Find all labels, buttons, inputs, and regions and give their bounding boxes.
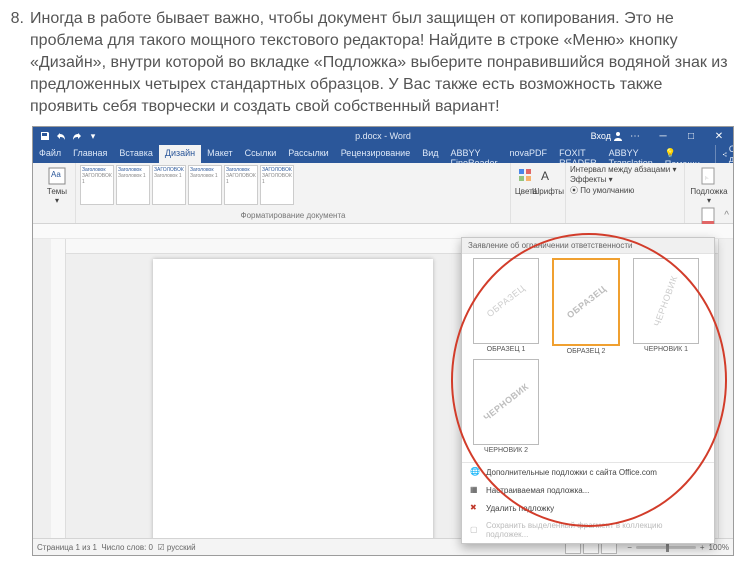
watermark-button[interactable]: A Подложка▾ xyxy=(689,165,729,205)
window-controls: ⋯ ─ □ ✕ xyxy=(621,127,733,145)
tab-review[interactable]: Рецензирование xyxy=(335,145,417,163)
fonts-icon: A xyxy=(539,167,557,185)
custom-watermark-item[interactable]: ▦Настраиваемая подложка... xyxy=(462,481,714,499)
close-button[interactable]: ✕ xyxy=(705,127,733,145)
vertical-scrollbar[interactable] xyxy=(718,239,733,539)
svg-text:A: A xyxy=(541,169,549,183)
watermark-gallery: Заявление об ограничении ответственности… xyxy=(461,237,715,544)
page-indicator[interactable]: Страница 1 из 1 xyxy=(37,543,97,552)
effects-button[interactable]: Эффекты ▾ xyxy=(570,175,680,184)
remove-watermark-item[interactable]: ✖Удалить подложку xyxy=(462,499,714,517)
tab-design[interactable]: Дизайн xyxy=(159,145,201,163)
tab-file[interactable]: Файл xyxy=(33,145,67,163)
share-button[interactable]: Общий доступ xyxy=(715,145,734,163)
collapse-ribbon-icon[interactable]: ^ xyxy=(724,210,729,221)
ribbon-tabs: Файл Главная Вставка Дизайн Макет Ссылки… xyxy=(33,145,733,163)
style-thumb[interactable]: ЗАГОЛОВОКЗаголовок 1 xyxy=(152,165,186,205)
themes-icon: Aа xyxy=(48,167,66,185)
tab-home[interactable]: Главная xyxy=(67,145,113,163)
instruction-item: 8. Иногда в работе бывает важно, чтобы д… xyxy=(0,8,734,118)
style-thumb[interactable]: ЗаголовокЗАГОЛОВОК 1 xyxy=(224,165,258,205)
watermark-option[interactable]: ОБРАЗЕЦ ОБРАЗЕЦ 1 xyxy=(466,258,546,355)
instruction-number: 8. xyxy=(0,8,30,118)
tab-mailings[interactable]: Рассылки xyxy=(282,145,334,163)
paragraph-spacing[interactable]: Интервал между абзацами ▾ xyxy=(570,165,680,174)
tab-layout[interactable]: Макет xyxy=(201,145,238,163)
tell-me[interactable]: 💡 Помощн… xyxy=(659,145,715,163)
delete-icon: ✖ xyxy=(470,503,480,513)
instruction-text: Иногда в работе бывает важно, чтобы доку… xyxy=(30,8,734,118)
style-thumb[interactable]: ЗаголовокЗаголовок 1 xyxy=(116,165,150,205)
ribbon-options-icon[interactable]: ⋯ xyxy=(621,127,649,145)
tab-abbyy-fr[interactable]: ABBYY FineReader 12 xyxy=(445,145,504,163)
watermark-option[interactable]: ОБРАЗЕЦ ОБРАЗЕЦ 2 xyxy=(546,258,626,355)
tab-view[interactable]: Вид xyxy=(416,145,444,163)
themes-button[interactable]: Aа Темы▾ xyxy=(37,165,77,205)
colors-fonts-group: Цвета A Шрифты xyxy=(511,163,566,223)
page-color-icon xyxy=(700,207,718,225)
minimize-button[interactable]: ─ xyxy=(649,127,677,145)
gallery-header: Заявление об ограничении ответственности xyxy=(462,238,714,254)
style-thumb[interactable]: ЗАГОЛОВОКЗАГОЛОВОК 1 xyxy=(260,165,294,205)
quick-access-toolbar: ▾ xyxy=(39,130,99,142)
share-icon xyxy=(722,150,727,159)
vertical-ruler[interactable] xyxy=(51,239,66,539)
themes-group: Aа Темы▾ xyxy=(33,163,76,223)
watermark-option[interactable]: ЧЕРНОВИК ЧЕРНОВИК 2 xyxy=(466,359,546,454)
style-thumb[interactable]: ЗаголовокЗаголовок 1 xyxy=(188,165,222,205)
tab-references[interactable]: Ссылки xyxy=(239,145,283,163)
qat-dropdown-icon[interactable]: ▾ xyxy=(87,130,99,142)
style-set-gallery[interactable]: ЗаголовокЗАГОЛОВОК 1 ЗаголовокЗаголовок … xyxy=(80,165,506,205)
paragraph-spacing-group: Интервал между абзацами ▾ Эффекты ▾ ⦿ По… xyxy=(566,163,685,223)
maximize-button[interactable]: □ xyxy=(677,127,705,145)
fonts-button[interactable]: A Шрифты xyxy=(537,165,559,221)
save-selection-item: ▢Сохранить выделенный фрагмент в коллекц… xyxy=(462,517,714,543)
tab-insert[interactable]: Вставка xyxy=(113,145,158,163)
word-count[interactable]: Число слов: 0 xyxy=(101,543,153,552)
more-watermarks-item[interactable]: 🌐Дополнительные подложки с сайта Office.… xyxy=(462,463,714,481)
group-label: Форматирование документа xyxy=(80,211,506,221)
document-formatting-group: ЗаголовокЗАГОЛОВОК 1 ЗаголовокЗаголовок … xyxy=(76,163,511,223)
save-icon[interactable] xyxy=(39,130,51,142)
redo-icon[interactable] xyxy=(71,130,83,142)
language-indicator[interactable]: ☑ русский xyxy=(157,543,195,552)
tab-novapdf[interactable]: novaPDF xyxy=(504,145,554,163)
ribbon-design: Aа Темы▾ ЗаголовокЗАГОЛОВОК 1 ЗаголовокЗ… xyxy=(33,163,733,224)
document-title: p.docx - Word xyxy=(355,131,411,141)
tab-abbyy-tr[interactable]: ABBYY Translation xyxy=(603,145,659,163)
watermark-icon: A xyxy=(700,167,718,185)
word-window: ▾ p.docx - Word Вход ⋯ ─ □ ✕ Файл Главна… xyxy=(32,126,734,556)
sign-in[interactable]: Вход xyxy=(591,131,623,141)
title-bar: ▾ p.docx - Word Вход ⋯ ─ □ ✕ xyxy=(33,127,733,145)
globe-icon: 🌐 xyxy=(470,467,480,477)
set-default-button[interactable]: ⦿ По умолчанию xyxy=(570,185,680,196)
watermark-icon: ▦ xyxy=(470,485,480,495)
colors-icon xyxy=(517,167,535,185)
undo-icon[interactable] xyxy=(55,130,67,142)
tab-foxit[interactable]: FOXIT READER PDF xyxy=(553,145,603,163)
style-thumb[interactable]: ЗаголовокЗАГОЛОВОК 1 xyxy=(80,165,114,205)
zoom-slider[interactable] xyxy=(636,546,696,549)
save-icon: ▢ xyxy=(470,525,480,535)
svg-text:Aа: Aа xyxy=(51,170,61,179)
watermark-option[interactable]: ЧЕРНОВИК ЧЕРНОВИК 1 xyxy=(626,258,706,355)
document-page[interactable] xyxy=(153,259,433,556)
